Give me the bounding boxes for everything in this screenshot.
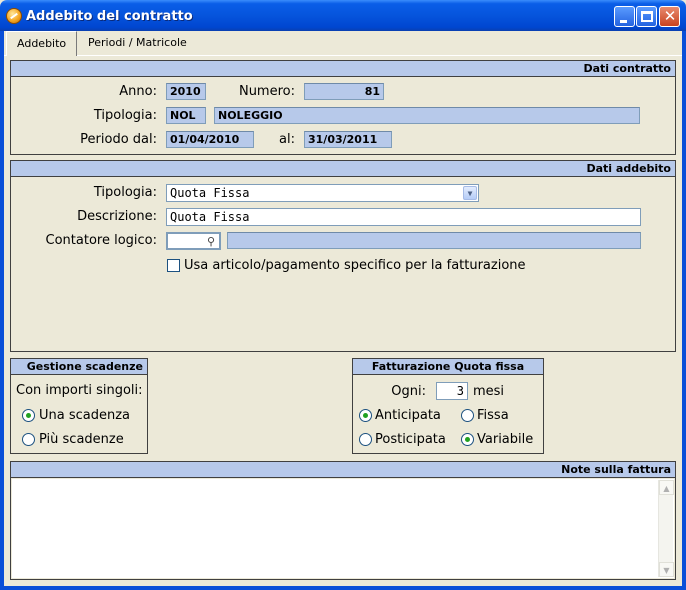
posticipata-label[interactable]: Posticipata [375, 432, 446, 448]
anticipata-label[interactable]: Anticipata [375, 408, 441, 424]
note-fattura-panel: Note sulla fattura ▲ ▼ [10, 461, 676, 580]
tab-periodi-matricole[interactable]: Periodi / Matricole [78, 33, 197, 56]
ogni-label: Ogni: [391, 384, 426, 399]
piu-scadenze-label[interactable]: Più scadenze [39, 432, 124, 448]
periodo-dal-field: 01/04/2010 [166, 131, 254, 148]
fissa-radio[interactable] [461, 409, 474, 422]
importi-singoli-label: Con importi singoli: [16, 383, 143, 398]
tipologia-desc-field: NOLEGGIO [214, 107, 640, 124]
descrizione-label: Descrizione: [77, 209, 157, 224]
app-icon [6, 8, 22, 24]
notes-scrollbar[interactable]: ▲ ▼ [658, 480, 674, 577]
dati-contratto-panel: Dati contratto Anno: 2010 Numero: 81 Tip… [10, 60, 676, 155]
ogni-input[interactable]: 3 [436, 382, 468, 400]
periodo-dal-label: Periodo dal: [80, 132, 157, 147]
tipologia-contratto-label: Tipologia: [93, 108, 157, 123]
tipologia-addebito-label: Tipologia: [93, 185, 157, 200]
mesi-label: mesi [473, 384, 505, 399]
contatore-logico-label: Contatore logico: [45, 233, 157, 248]
search-icon[interactable]: ⚲ [204, 235, 218, 248]
dati-addebito-panel: Dati addebito Tipologia: Quota Fissa ▼ D… [10, 160, 676, 352]
close-button[interactable]: ✕ [659, 6, 680, 27]
tab-addebito[interactable]: Addebito [6, 31, 78, 56]
dati-addebito-header: Dati addebito [11, 161, 675, 177]
window-frame-right [682, 31, 686, 590]
tipologia-code-field: NOL [166, 107, 206, 124]
close-icon: ✕ [663, 7, 677, 25]
piu-scadenze-radio[interactable] [22, 433, 35, 446]
contatore-desc-field [227, 232, 641, 249]
una-scadenza-radio[interactable] [22, 409, 35, 422]
tipologia-addebito-value: Quota Fissa [170, 186, 250, 200]
dati-contratto-header: Dati contratto [11, 61, 675, 77]
anticipata-radio[interactable] [359, 409, 372, 422]
usa-articolo-label[interactable]: Usa articolo/pagamento specifico per la … [184, 258, 526, 274]
maximize-icon [641, 11, 653, 22]
scroll-up-icon[interactable]: ▲ [659, 480, 674, 495]
window-frame-left [0, 31, 4, 590]
descrizione-input[interactable]: Quota Fissa [166, 208, 641, 226]
posticipata-radio[interactable] [359, 433, 372, 446]
fatturazione-header: Fatturazione Quota fissa [353, 359, 543, 375]
anno-field: 2010 [166, 83, 206, 100]
scroll-down-icon[interactable]: ▼ [659, 562, 674, 577]
periodo-al-label: al: [279, 132, 295, 147]
window-frame-bottom [0, 586, 686, 590]
gestione-scadenze-panel: Gestione scadenze Con importi singoli: U… [10, 358, 148, 454]
numero-field: 81 [304, 83, 384, 100]
minimize-icon [620, 20, 627, 23]
fatturazione-panel: Fatturazione Quota fissa Ogni: 3 mesi An… [352, 358, 544, 454]
usa-articolo-checkbox[interactable] [167, 259, 180, 272]
chevron-down-icon[interactable]: ▼ [463, 186, 477, 200]
periodo-al-field: 31/03/2011 [304, 131, 392, 148]
minimize-button[interactable] [614, 6, 635, 27]
numero-label: Numero: [238, 84, 295, 99]
variabile-label[interactable]: Variabile [477, 432, 533, 448]
gestione-scadenze-header: Gestione scadenze [11, 359, 147, 375]
anno-label: Anno: [119, 84, 157, 99]
contatore-logico-input[interactable]: ⚲ [166, 232, 221, 250]
note-fattura-textarea[interactable]: ▲ ▼ [12, 479, 674, 578]
window-title: Addebito del contratto [26, 9, 193, 24]
fissa-label[interactable]: Fissa [477, 408, 509, 424]
tipologia-addebito-select[interactable]: Quota Fissa ▼ [166, 184, 479, 202]
note-fattura-header: Note sulla fattura [11, 462, 675, 478]
variabile-radio[interactable] [461, 433, 474, 446]
maximize-button[interactable] [636, 6, 657, 27]
una-scadenza-label[interactable]: Una scadenza [39, 408, 130, 424]
